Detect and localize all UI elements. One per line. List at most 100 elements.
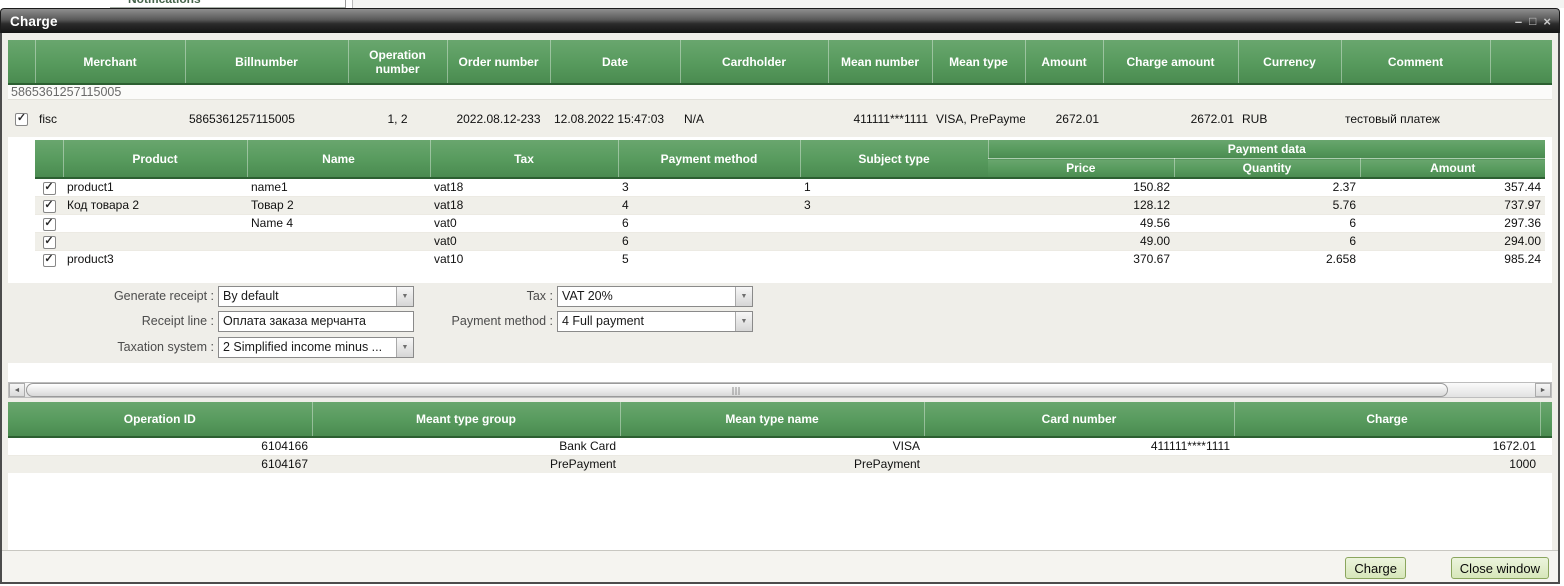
cell-tax: vat10 xyxy=(430,250,618,268)
product-row[interactable]: ✓ Код товара 2 Товар 2 vat18 4 3 128.12 … xyxy=(35,196,1545,214)
cell-name xyxy=(247,250,430,268)
payment-method-value: 4 Full payment xyxy=(558,312,735,331)
col-header-mean-number: Mean number xyxy=(828,40,932,84)
notifications-tab[interactable]: Notifications xyxy=(128,0,201,6)
cell-payment-method: 4 xyxy=(618,196,800,214)
scroll-right-icon[interactable]: ► xyxy=(1535,383,1551,397)
bill-group-row[interactable]: 5865361257115005 xyxy=(8,84,1552,100)
cell-mean-number: 411111***1111 xyxy=(828,100,932,138)
charge-row-checkbox[interactable]: ✓ xyxy=(15,113,28,126)
cell-tax: vat0 xyxy=(430,214,618,232)
product-checkbox[interactable]: ✓ xyxy=(43,218,56,231)
operation-row[interactable]: 6104167 PrePayment PrePayment 1000 xyxy=(8,455,1552,473)
horizontal-scrollbar[interactable]: ◄ ► xyxy=(8,382,1552,398)
product-checkbox[interactable]: ✓ xyxy=(43,236,56,249)
col-header-operation-number: Operation number xyxy=(348,40,447,84)
product-checkbox[interactable]: ✓ xyxy=(43,254,56,267)
cell-subject-type xyxy=(800,250,988,268)
cell-subject-type xyxy=(800,232,988,250)
charge-dialog: Charge – □ × Merchant xyxy=(0,8,1560,584)
product-checkbox[interactable]: ✓ xyxy=(43,182,56,195)
cell-charge-amount: 2672.01 xyxy=(1103,100,1238,138)
product-row[interactable]: ✓ product1 name1 vat18 3 1 150.82 2.37 3… xyxy=(35,178,1545,196)
cell-subject-type xyxy=(800,214,988,232)
cell-mean-type-name: PrePayment xyxy=(620,455,924,473)
cell-merchant: fisc xyxy=(35,100,185,138)
cell-tax: vat18 xyxy=(430,178,618,196)
cell-amount: 297.36 xyxy=(1360,214,1545,232)
cell-price: 150.82 xyxy=(988,178,1174,196)
product-row[interactable]: ✓ product3 vat10 5 370.67 2.658 985.24 xyxy=(35,250,1545,268)
payment-method-label: Payment method : xyxy=(338,311,553,332)
chevron-down-icon[interactable]: ▼ xyxy=(735,312,752,331)
col-header-tax: Tax xyxy=(430,140,618,178)
cell-date: 12.08.2022 15:47:03 xyxy=(550,100,680,138)
detail-panel: Product Name Tax Payment method Subject … xyxy=(8,137,1552,382)
footer-bar: Charge Close window xyxy=(2,550,1558,582)
main-table-header-row: Merchant Billnumber Operation number Ord… xyxy=(8,40,1552,84)
scroll-left-icon[interactable]: ◄ xyxy=(9,383,25,397)
operation-row[interactable]: 6104166 Bank Card VISA 411111****1111 16… xyxy=(8,437,1552,455)
cell-subject-type: 3 xyxy=(800,196,988,214)
product-row[interactable]: ✓ vat0 6 49.00 6 294.00 xyxy=(35,232,1545,250)
dialog-titlebar[interactable]: Charge – □ × xyxy=(0,8,1560,33)
charge-main-table: Merchant Billnumber Operation number Ord… xyxy=(8,40,1552,138)
background-divider xyxy=(345,0,346,8)
tax-select[interactable]: VAT 20% ▼ xyxy=(557,286,753,307)
cell-tax: vat0 xyxy=(430,232,618,250)
col-header-merchant: Merchant xyxy=(35,40,185,84)
check-icon: ✓ xyxy=(44,254,53,265)
col-header-name: Name xyxy=(247,140,430,178)
cell-currency: RUB xyxy=(1238,100,1341,138)
check-icon: ✓ xyxy=(17,113,26,124)
charge-button[interactable]: Charge xyxy=(1345,557,1406,579)
col-header-quantity: Quantity xyxy=(1174,159,1360,179)
cell-price: 128.12 xyxy=(988,196,1174,214)
cell-order-number: 2022.08.12-233 xyxy=(447,100,550,138)
col-header-amount2: Amount xyxy=(1360,159,1545,179)
minimize-icon[interactable]: – xyxy=(1515,15,1522,28)
chevron-down-icon[interactable]: ▼ xyxy=(396,338,413,357)
taxation-system-value: 2 Simplified income minus ... xyxy=(219,338,396,357)
cell-price: 49.56 xyxy=(988,214,1174,232)
col-header-mean-type-group: Meant type group xyxy=(312,402,620,437)
col-header-subject-type: Subject type xyxy=(800,140,988,178)
operations-panel: Operation ID Meant type group Mean type … xyxy=(8,402,1552,550)
cell-price: 370.67 xyxy=(988,250,1174,268)
cell-quantity: 6 xyxy=(1174,214,1360,232)
cell-mean-type-group: Bank Card xyxy=(312,437,620,455)
cell-amount: 985.24 xyxy=(1360,250,1545,268)
close-icon[interactable]: × xyxy=(1543,15,1551,28)
col-header-empty xyxy=(1490,40,1552,84)
cell-payment-method: 5 xyxy=(618,250,800,268)
background-page: Notifications xyxy=(0,0,1564,8)
col-header-product-select xyxy=(35,140,63,178)
chevron-down-icon[interactable]: ▼ xyxy=(735,287,752,306)
cell-operation-id: 6104167 xyxy=(8,455,312,473)
taxation-system-select[interactable]: 2 Simplified income minus ... ▼ xyxy=(218,337,414,358)
taxation-system-label: Taxation system : xyxy=(8,337,214,358)
col-header-product: Product xyxy=(63,140,247,178)
cell-card-number xyxy=(924,455,1234,473)
receipt-form: Generate receipt : By default ▼ Tax : VA… xyxy=(8,283,1552,363)
scrollbar-thumb[interactable] xyxy=(26,383,1448,397)
cell-subject-type: 1 xyxy=(800,178,988,196)
cell-product xyxy=(63,232,247,250)
col-header-mean-type: Mean type xyxy=(932,40,1025,84)
product-checkbox[interactable]: ✓ xyxy=(43,200,56,213)
maximize-icon[interactable]: □ xyxy=(1529,15,1536,28)
cell-name xyxy=(247,232,430,250)
col-header-payment-data: Payment data xyxy=(988,140,1545,159)
products-table: Product Name Tax Payment method Subject … xyxy=(35,140,1545,268)
cell-name: name1 xyxy=(247,178,430,196)
charge-row[interactable]: ✓ fisc 5865361257115005 1, 2 2022.08.12-… xyxy=(8,100,1552,138)
payment-method-select[interactable]: 4 Full payment ▼ xyxy=(557,311,753,332)
col-header-mean-type-name: Mean type name xyxy=(620,402,924,437)
window-controls: – □ × xyxy=(1515,9,1551,34)
cell-amount: 737.97 xyxy=(1360,196,1545,214)
product-row[interactable]: ✓ Name 4 vat0 6 49.56 6 297.36 xyxy=(35,214,1545,232)
close-window-button[interactable]: Close window xyxy=(1451,557,1549,579)
cell-mean-type: VISA, PrePayment xyxy=(932,100,1025,138)
cell-quantity: 2.37 xyxy=(1174,178,1360,196)
col-header-operation-id: Operation ID xyxy=(8,402,312,437)
